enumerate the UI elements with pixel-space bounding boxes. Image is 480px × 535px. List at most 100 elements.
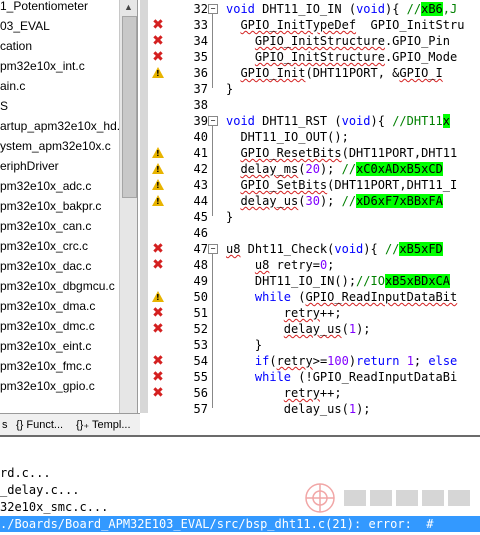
code-line[interactable]: GPIO_InitTypeDef GPIO_InitStru <box>226 17 464 33</box>
tree-item[interactable]: pm32e10x_eint.c <box>0 336 91 356</box>
line-number: 44 <box>193 194 208 208</box>
code-line[interactable]: } <box>226 209 233 225</box>
code-line[interactable]: void DHT11_IO_IN (void){ //xB6,J <box>226 1 457 17</box>
line-number: 40 <box>193 130 208 144</box>
line-number: 41 <box>193 146 208 160</box>
tree-item[interactable]: pm32e10x_gpio.c <box>0 376 95 396</box>
code-line[interactable]: delay_ms(20); //xC0xADxB5xCD <box>226 161 443 177</box>
tab-templates[interactable]: {}₊ Templ... <box>76 417 131 433</box>
line-number: 56 <box>193 386 208 400</box>
build-output-line: 32e10x_smc.c... <box>0 500 109 514</box>
line-number: 46 <box>193 226 208 240</box>
tree-item[interactable]: pm32e10x_adc.c <box>0 176 91 196</box>
code-line[interactable]: retry++; <box>226 385 342 401</box>
code-line[interactable]: DHT11_IO_OUT(); <box>226 129 348 145</box>
line-number: 50 <box>193 290 208 304</box>
line-number: 53 <box>193 338 208 352</box>
tree-item[interactable]: S <box>0 96 8 116</box>
fold-guide <box>212 254 213 408</box>
tab-books[interactable]: s <box>2 417 8 433</box>
code-line[interactable]: } <box>226 337 262 353</box>
code-line[interactable]: GPIO_InitStructure.GPIO_Mode <box>226 49 457 65</box>
line-number: 32 <box>193 2 208 16</box>
code-line[interactable]: GPIO_Init(DHT11PORT, &GPIO_I <box>226 65 442 81</box>
line-number: 36 <box>193 66 208 80</box>
line-number: 52 <box>193 322 208 336</box>
scrollbar-thumb[interactable] <box>122 16 137 198</box>
line-number: 34 <box>193 34 208 48</box>
error-icon[interactable]: ✖ <box>152 354 164 368</box>
warning-icon[interactable]: ! <box>152 163 164 175</box>
tree-item[interactable]: eriphDriver <box>0 156 59 176</box>
warning-icon[interactable]: ! <box>152 179 164 191</box>
tab-functions[interactable]: {} Funct... <box>16 417 63 433</box>
line-number: 42 <box>193 162 208 176</box>
line-number: 47 <box>193 242 208 256</box>
tree-item[interactable]: artup_apm32e10x_hd.s <box>0 116 126 136</box>
code-line[interactable]: GPIO_SetBits(DHT11PORT,DHT11_I <box>226 177 457 193</box>
build-output-line: rd.c... <box>0 466 51 480</box>
error-icon[interactable]: ✖ <box>152 322 164 336</box>
line-number: 33 <box>193 18 208 32</box>
error-icon[interactable]: ✖ <box>152 50 164 64</box>
code-line[interactable]: u8 Dht11_Check(void){ //xB5xFD <box>226 241 443 257</box>
code-line[interactable]: while (GPIO_ReadInputDataBit <box>226 289 457 305</box>
line-number: 43 <box>193 178 208 192</box>
tree-item[interactable]: pm32e10x_int.c <box>0 56 85 76</box>
warning-icon[interactable]: ! <box>152 67 164 79</box>
code-line[interactable]: void DHT11_RST (void){ //DHT11x <box>226 113 451 129</box>
error-icon[interactable]: ✖ <box>152 258 164 272</box>
code-line[interactable]: GPIO_InitStructure.GPIO_Pin <box>226 33 450 49</box>
code-line[interactable]: delay_us(1); <box>226 401 371 417</box>
scroll-up-arrow-icon[interactable]: ▲ <box>122 1 135 14</box>
tree-item[interactable]: pm32e10x_crc.c <box>0 236 88 256</box>
tree-item[interactable]: 1_Potentiometer <box>0 0 88 16</box>
tree-item[interactable]: 03_EVAL <box>0 16 50 36</box>
code-line[interactable]: delay_us(1); <box>226 321 371 337</box>
line-number: 55 <box>193 370 208 384</box>
error-icon[interactable]: ✖ <box>152 242 164 256</box>
project-tree-panel: 1_Potentiometer 03_EVAL cation pm32e10x_int… <box>0 0 138 413</box>
error-icon[interactable]: ✖ <box>152 34 164 48</box>
code-line[interactable]: delay_us(30); //xD6xF7xBBxFA <box>226 193 443 209</box>
line-number: 48 <box>193 258 208 272</box>
tree-item[interactable]: cation <box>0 36 32 56</box>
line-number: 37 <box>193 82 208 96</box>
tree-item[interactable]: pm32e10x_dmc.c <box>0 316 95 336</box>
warning-icon[interactable]: ! <box>152 291 164 303</box>
tree-item[interactable]: pm32e10x_dbgmcu.c <box>0 276 115 296</box>
tree-item[interactable]: pm32e10x_dac.c <box>0 256 91 276</box>
code-line[interactable]: GPIO_ResetBits(DHT11PORT,DHT11 <box>226 145 457 161</box>
fold-guide <box>212 14 213 88</box>
tree-item[interactable]: ystem_apm32e10x.c <box>0 136 111 156</box>
error-icon[interactable]: ✖ <box>152 306 164 320</box>
fold-guide <box>212 126 213 216</box>
code-line[interactable]: if(retry>=100)return 1; else <box>226 353 457 369</box>
code-line[interactable]: DHT11_IO_IN();//IOxB5xBDxCA <box>226 273 451 289</box>
warning-icon[interactable]: ! <box>152 147 164 159</box>
warning-icon[interactable]: ! <box>152 195 164 207</box>
splitter[interactable] <box>140 0 148 413</box>
watermark-logo-icon <box>305 483 470 513</box>
error-icon[interactable]: ✖ <box>152 386 164 400</box>
code-line[interactable]: u8 retry=0; <box>226 257 335 273</box>
line-number: 49 <box>193 274 208 288</box>
fold-toggle-icon[interactable]: − <box>208 4 218 14</box>
code-line[interactable]: while (!GPIO_ReadInputDataBi <box>226 369 457 385</box>
error-icon[interactable]: ✖ <box>152 370 164 384</box>
error-icon[interactable]: ✖ <box>152 18 164 32</box>
build-output-error-line[interactable]: ./Boards/Board_APM32E103_EVAL/src/bsp_dh… <box>0 516 480 532</box>
tree-item[interactable]: pm32e10x_dma.c <box>0 296 95 316</box>
code-line[interactable]: retry++; <box>226 305 342 321</box>
tree-item[interactable]: pm32e10x_bakpr.c <box>0 196 101 216</box>
tree-item[interactable]: ain.c <box>0 76 25 96</box>
project-tree-scrollbar[interactable]: ▲ <box>119 0 137 413</box>
tree-item[interactable]: pm32e10x_fmc.c <box>0 356 91 376</box>
fold-toggle-icon[interactable]: − <box>208 116 218 126</box>
line-number: 57 <box>193 402 208 416</box>
code-line[interactable]: } <box>226 81 233 97</box>
line-number: 54 <box>193 354 208 368</box>
panel-tabs: s {} Funct... {}₊ Templ... <box>0 413 140 436</box>
tree-item[interactable]: pm32e10x_can.c <box>0 216 91 236</box>
fold-toggle-icon[interactable]: − <box>208 244 218 254</box>
